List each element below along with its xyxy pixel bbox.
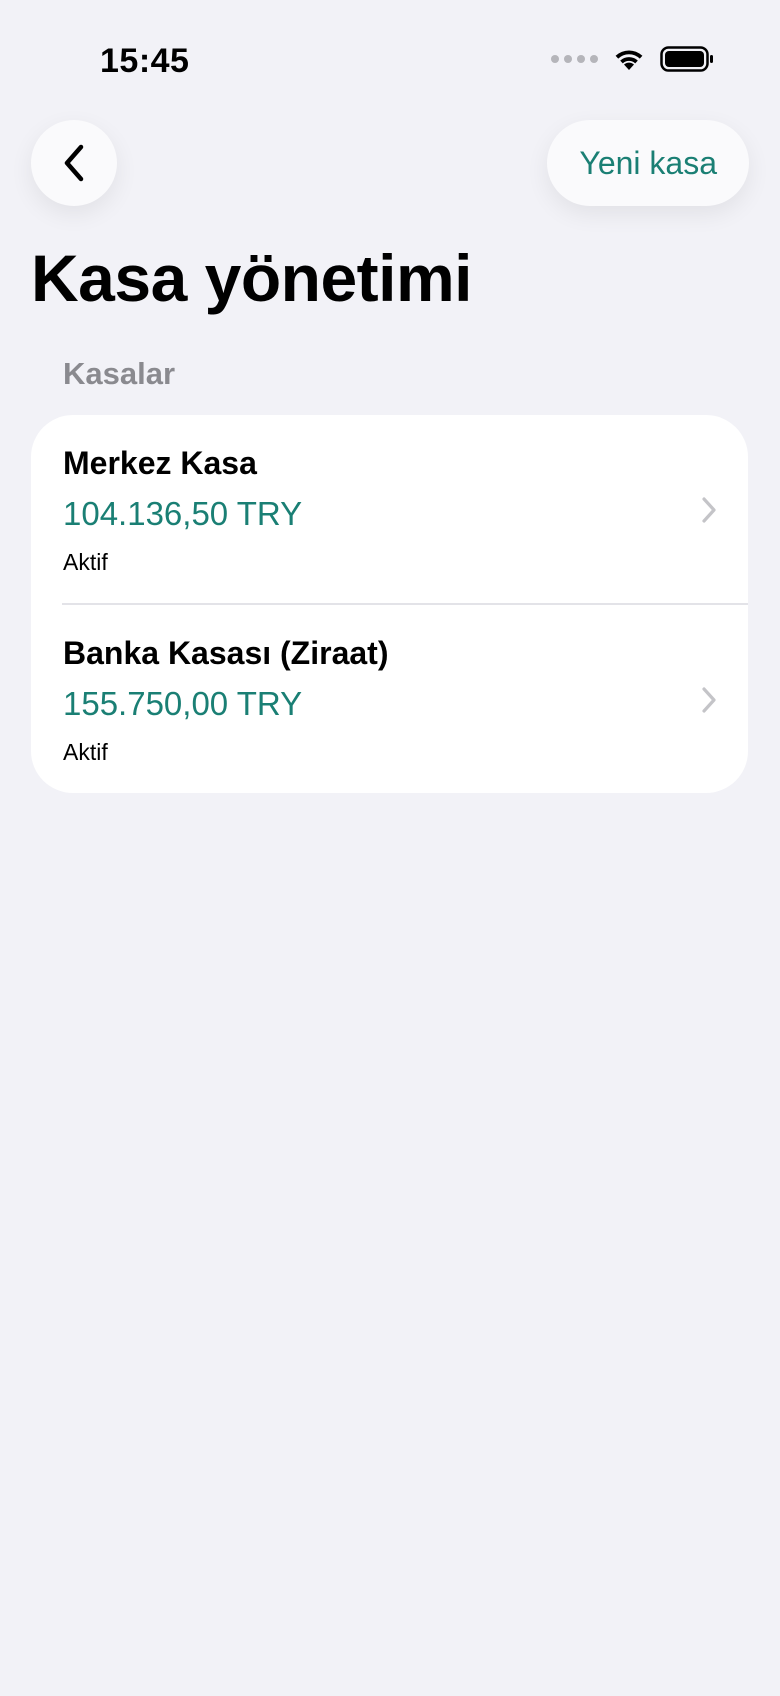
back-button[interactable] [31, 120, 117, 206]
kasa-amount: 104.136,50 TRY [63, 495, 303, 532]
status-time: 15:45 [100, 42, 190, 80]
kasa-status: Aktif [63, 739, 108, 765]
chevron-left-icon [64, 144, 84, 182]
cellular-signal-icon [551, 55, 598, 63]
kasa-list-card: Merkez Kasa 104.136,50 TRY Aktif Banka K… [31, 415, 748, 793]
new-kasa-button[interactable]: Yeni kasa [547, 120, 749, 206]
kasa-name: Merkez Kasa [63, 445, 257, 481]
page-title: Kasa yönetimi [31, 241, 473, 315]
status-indicators [551, 46, 714, 72]
kasa-name: Banka Kasası (Ziraat) [63, 635, 389, 671]
kasa-status: Aktif [63, 549, 108, 575]
chevron-right-icon [702, 687, 716, 713]
kasa-row-banka[interactable]: Banka Kasası (Ziraat) 155.750,00 TRY Akt… [62, 603, 748, 793]
wifi-icon [615, 50, 643, 70]
kasa-row-merkez[interactable]: Merkez Kasa 104.136,50 TRY Aktif [31, 415, 748, 603]
chevron-right-icon [702, 497, 716, 523]
section-header: Kasalar [63, 356, 176, 391]
status-bar: 15:45 [0, 0, 780, 120]
battery-icon [660, 46, 713, 72]
kasa-amount: 155.750,00 TRY [63, 685, 303, 722]
